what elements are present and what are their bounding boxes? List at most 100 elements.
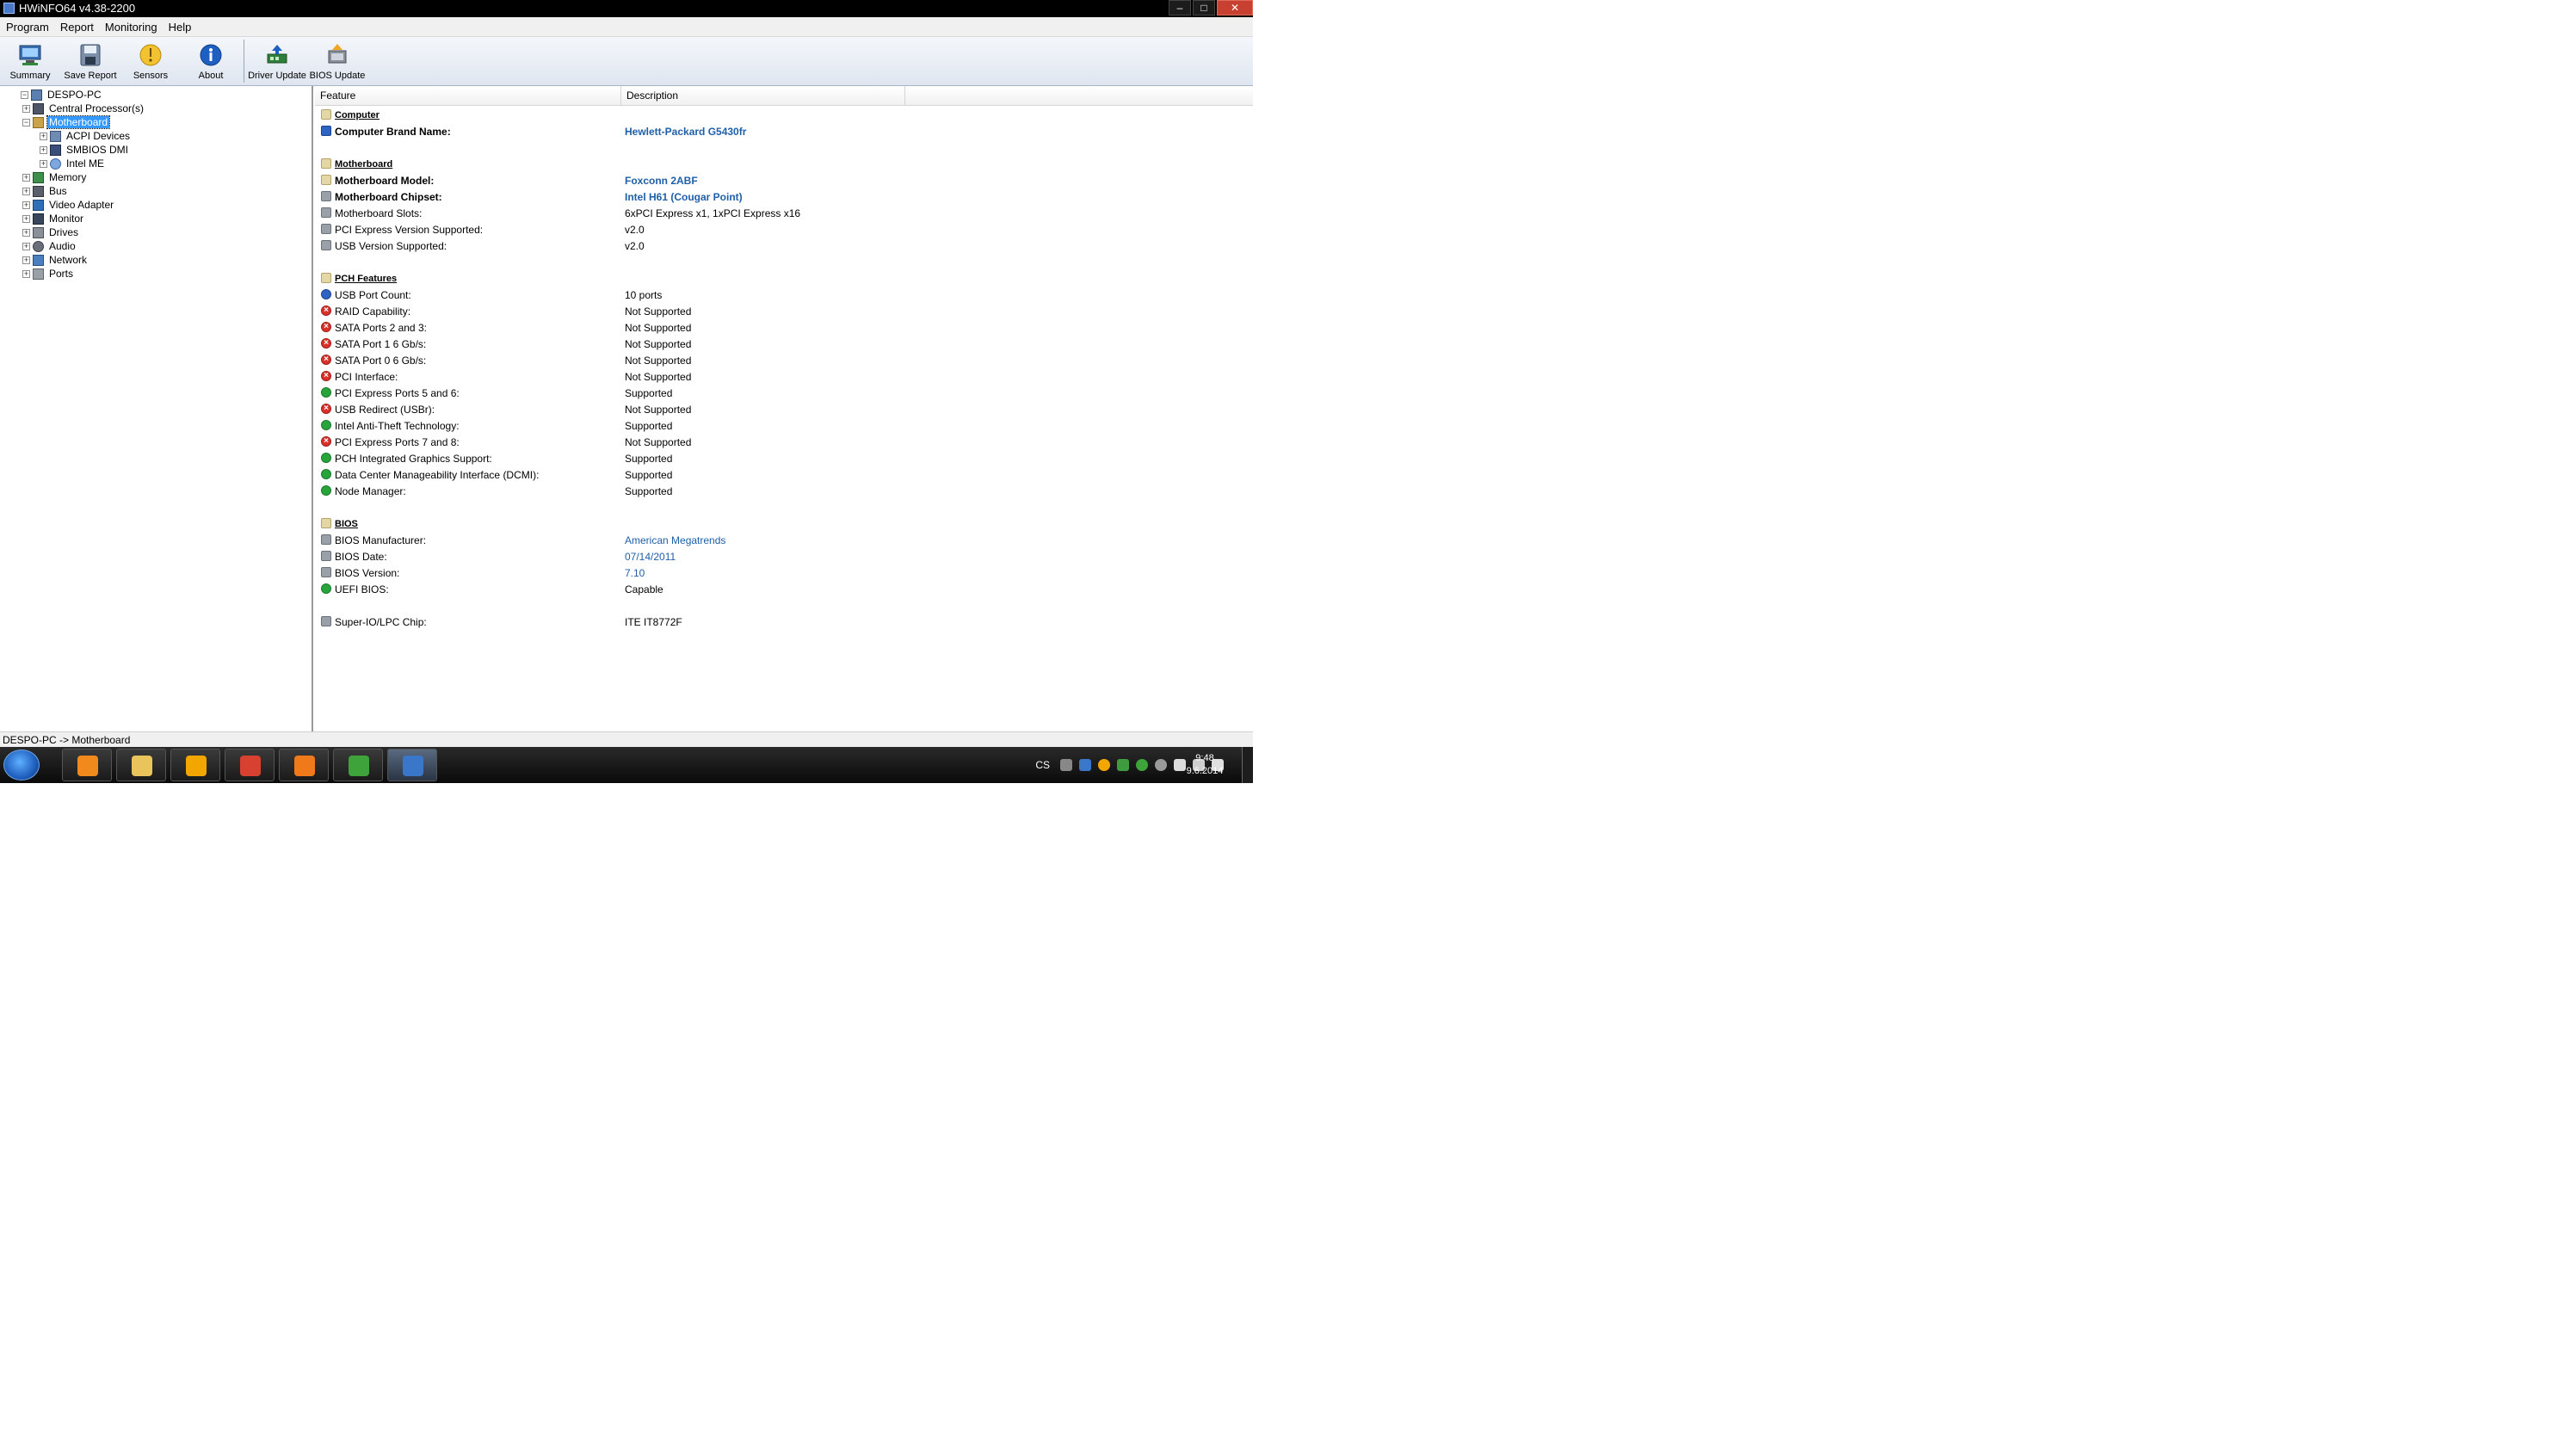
summary-button[interactable]: Summary — [0, 37, 60, 85]
language-indicator[interactable]: CS — [1035, 759, 1050, 771]
save-report-button[interactable]: Save Report — [60, 37, 120, 85]
driver-update-button[interactable]: Driver Update — [247, 37, 307, 85]
shield-icon[interactable] — [1079, 759, 1091, 771]
driver-update-label: Driver Update — [248, 71, 306, 81]
detail-row[interactable]: BIOS Manufacturer: American Megatrends — [315, 533, 1253, 548]
tree-item-memory[interactable]: + Memory — [22, 170, 88, 184]
detail-row[interactable]: USB Redirect (USBr): Not Supported — [315, 402, 1253, 417]
detail-row[interactable]: Motherboard Chipset: Intel H61 (Cougar Po… — [315, 189, 1253, 205]
tree-item-smbios-dmi[interactable]: + SMBIOS DMI — [40, 143, 130, 157]
tree-item-acpi-devices[interactable]: + ACPI Devices — [40, 129, 132, 143]
expand-icon[interactable]: + — [22, 187, 30, 195]
taskbar-app-button[interactable] — [170, 749, 220, 781]
expand-icon[interactable]: + — [22, 242, 30, 250]
save-report-label: Save Report — [64, 71, 117, 81]
tree-item-central-processors[interactable]: + Central Processor(s) — [22, 102, 145, 115]
tree-item-monitor[interactable]: + Monitor — [22, 212, 85, 225]
detail-row[interactable]: Super-IO/LPC Chip: ITE IT8772F — [315, 614, 1253, 630]
utorrent-tray-icon[interactable] — [1136, 759, 1148, 771]
folder-icon — [321, 109, 331, 120]
tree-item-audio[interactable]: + Audio — [22, 239, 77, 253]
bios-update-button[interactable]: BIOS Update — [307, 37, 367, 85]
tree-item-label: Memory — [49, 171, 87, 183]
expand-icon[interactable]: + — [22, 201, 30, 209]
expand-icon[interactable]: + — [22, 173, 30, 182]
show-desktop-button[interactable] — [1242, 747, 1253, 783]
tree-item-label: ACPI Devices — [66, 130, 131, 142]
detail-row[interactable]: Node Manager: Supported — [315, 484, 1253, 499]
start-button[interactable] — [3, 750, 40, 780]
close-button[interactable]: ✕ — [1217, 0, 1253, 15]
detail-row[interactable]: Data Center Manageability Interface (DCM… — [315, 467, 1253, 483]
minimize-button[interactable]: – — [1169, 0, 1191, 15]
expand-icon[interactable]: + — [22, 256, 30, 264]
update-icon[interactable] — [1155, 759, 1167, 771]
column-description[interactable]: Description — [621, 86, 905, 105]
taskbar-app-button[interactable] — [279, 749, 329, 781]
detail-row[interactable]: USB Version Supported: v2.0 — [315, 238, 1253, 254]
taskbar-app-button[interactable] — [387, 749, 437, 781]
detail-row[interactable]: BIOS Date: 07/14/2011 — [315, 549, 1253, 565]
collapse-icon[interactable]: − — [22, 118, 30, 126]
detail-row[interactable]: PCI Express Ports 7 and 8: Not Supported — [315, 435, 1253, 450]
feature-value: v2.0 — [625, 240, 645, 252]
feature-label: Computer Brand Name: — [335, 126, 451, 138]
expand-icon[interactable]: + — [40, 145, 47, 154]
tree-item-bus[interactable]: + Bus — [22, 184, 69, 198]
detail-row[interactable]: PCI Express Version Supported: v2.0 — [315, 222, 1253, 238]
menu-program[interactable]: Program — [0, 21, 54, 34]
tree-item-video-adapter[interactable]: + Video Adapter — [22, 198, 115, 212]
maximize-button[interactable]: □ — [1193, 0, 1215, 15]
monitor-chip-icon — [19, 45, 41, 65]
tree-root[interactable]: − DESPO-PC — [21, 88, 103, 102]
feature-value: 07/14/2011 — [625, 551, 676, 563]
detail-row[interactable]: BIOS Version: 7.10 — [315, 565, 1253, 581]
feature-value: Not Supported — [625, 404, 692, 416]
detail-row[interactable]: PCH Integrated Graphics Support: Supporte… — [315, 451, 1253, 466]
feature-label: SATA Port 1 6 Gb/s: — [335, 338, 427, 350]
detail-row[interactable]: Motherboard Slots: 6xPCI Express x1, 1xPC… — [315, 206, 1253, 221]
tree-item-network[interactable]: + Network — [22, 253, 89, 267]
detail-row[interactable]: PCI Interface: Not Supported — [315, 369, 1253, 385]
detail-row[interactable]: PCI Express Ports 5 and 6: Supported — [315, 386, 1253, 401]
taskbar-app-button[interactable] — [333, 749, 383, 781]
menu-report[interactable]: Report — [54, 21, 99, 34]
tree-item-intel-me[interactable]: + Intel ME — [40, 157, 106, 170]
detail-row[interactable]: SATA Ports 2 and 3: Not Supported — [315, 320, 1253, 336]
expand-icon[interactable]: + — [22, 269, 30, 278]
clock[interactable]: 9:48 9.6.2014 — [1179, 752, 1231, 778]
expand-icon[interactable]: + — [40, 132, 47, 140]
about-button[interactable]: About — [181, 37, 241, 85]
hwinfo-icon — [403, 756, 423, 776]
tree-item-label: Ports — [49, 268, 74, 280]
device-tree[interactable]: − DESPO-PC + Central Processor(s) − Moth… — [0, 86, 313, 731]
column-feature[interactable]: Feature — [315, 86, 621, 105]
detail-row[interactable]: Motherboard Model: Foxconn 2ABF — [315, 173, 1253, 188]
tree-item-ports[interactable]: + Ports — [22, 267, 75, 281]
taskbar-app-button[interactable] — [116, 749, 166, 781]
detail-row[interactable]: SATA Port 0 6 Gb/s: Not Supported — [315, 353, 1253, 368]
avast-tray-icon[interactable] — [1098, 759, 1110, 771]
tree-item-motherboard[interactable]: − Motherboard — [22, 115, 111, 129]
detail-row[interactable]: SATA Port 1 6 Gb/s: Not Supported — [315, 336, 1253, 352]
menu-help[interactable]: Help — [163, 21, 197, 34]
taskbar-app-button[interactable] — [225, 749, 275, 781]
info-icon — [321, 289, 331, 299]
collapse-icon[interactable]: − — [21, 90, 28, 99]
expand-icon[interactable]: + — [22, 228, 30, 237]
expand-icon[interactable]: + — [22, 214, 30, 223]
detail-row[interactable]: RAID Capability: Not Supported — [315, 304, 1253, 319]
app-icon — [3, 3, 15, 14]
arrow-icon[interactable] — [1060, 759, 1072, 771]
sensors-button[interactable]: Sensors — [120, 37, 181, 85]
detail-row[interactable]: USB Port Count: 10 ports — [315, 287, 1253, 303]
expand-icon[interactable]: + — [40, 159, 47, 168]
tree-item-drives[interactable]: + Drives — [22, 225, 80, 239]
taskbar-app-button[interactable] — [62, 749, 112, 781]
detail-row[interactable]: Computer Brand Name: Hewlett-Packard G543… — [315, 124, 1253, 139]
battery-icon[interactable] — [1117, 759, 1129, 771]
menu-monitoring[interactable]: Monitoring — [99, 21, 163, 34]
detail-row[interactable]: Intel Anti-Theft Technology: Supported — [315, 418, 1253, 434]
detail-row[interactable]: UEFI BIOS: Capable — [315, 582, 1253, 597]
expand-icon[interactable]: + — [22, 104, 30, 113]
